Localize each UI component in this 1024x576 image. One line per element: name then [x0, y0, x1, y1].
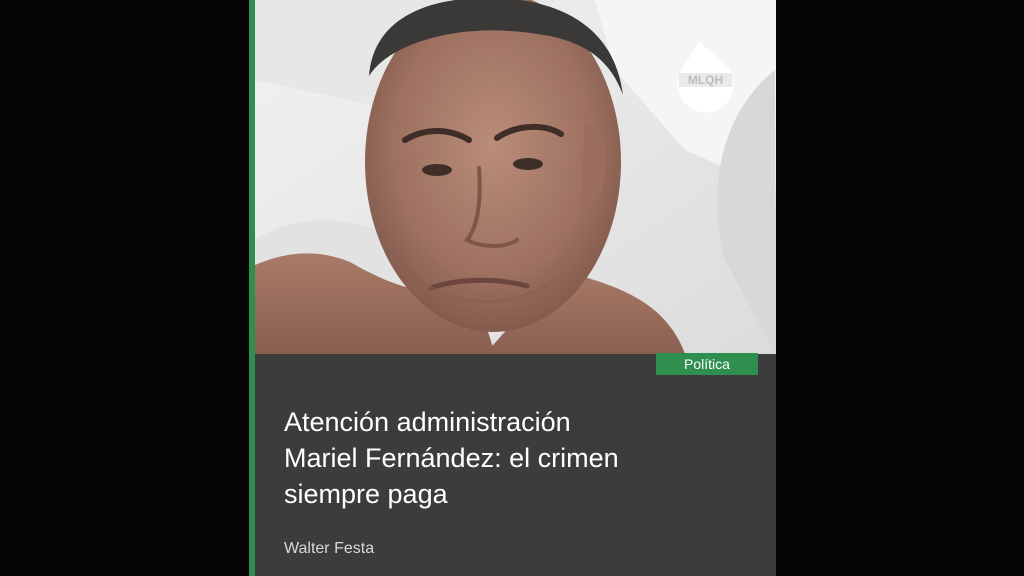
headline-line-3: siempre paga [284, 479, 448, 509]
logo-text: MLQH [688, 73, 723, 87]
headline-line-2: Mariel Fernández: el crimen [284, 443, 619, 473]
author-name[interactable]: Walter Festa [284, 539, 374, 559]
logo-mark-icon: MLQH [677, 40, 734, 113]
article-card[interactable]: MLQH Política Atención administración Ma… [249, 0, 776, 576]
headline-line-1: Atención administración [284, 407, 571, 437]
article-headline[interactable]: Atención administración Mariel Fernández… [284, 404, 754, 512]
category-badge[interactable]: Política [656, 353, 758, 375]
page-stage: MLQH Política Atención administración Ma… [0, 0, 1024, 576]
publisher-logo: MLQH [676, 40, 734, 114]
